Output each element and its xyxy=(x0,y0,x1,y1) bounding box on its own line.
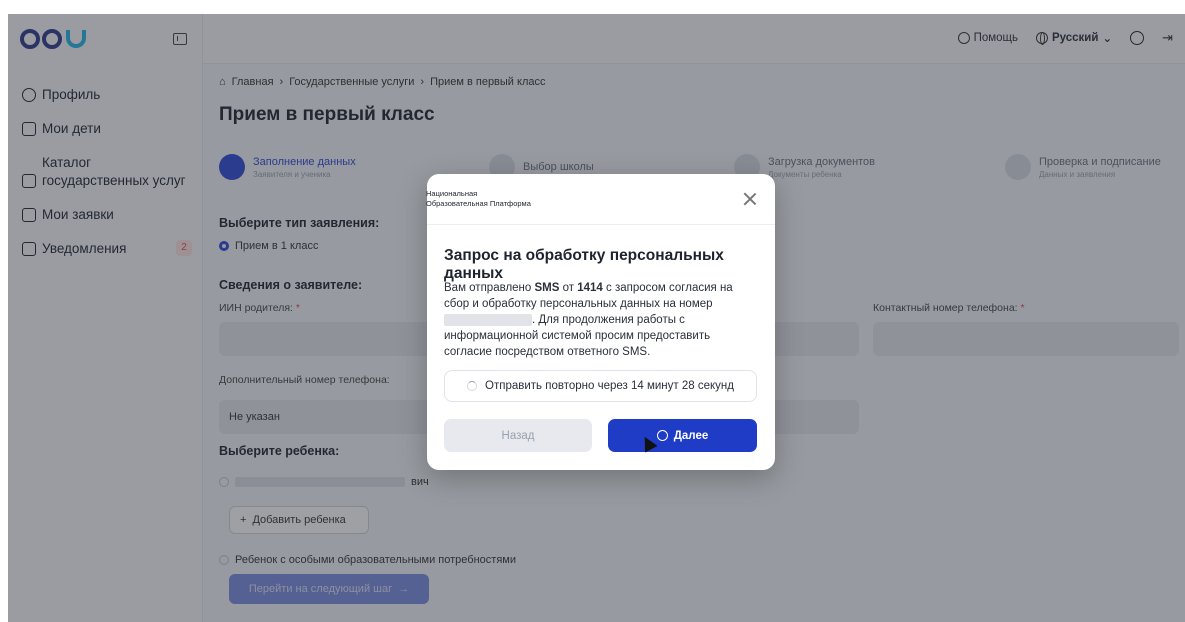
modal-title: Запрос на обработку персональных данных xyxy=(444,247,724,282)
back-button-label: Назад xyxy=(501,429,535,442)
resend-sms-label: Отправить повторно через 14 минут 28 сек… xyxy=(485,380,734,392)
close-icon[interactable] xyxy=(743,192,757,206)
resend-sms-button[interactable]: Отправить повторно через 14 минут 28 сек… xyxy=(444,370,757,402)
modal-org-line1: Национальная xyxy=(426,189,478,198)
phone-number-redacted xyxy=(444,313,532,326)
modal-text-part: Вам отправлено xyxy=(444,282,535,294)
consent-modal: Национальная Образовательная Платформа З… xyxy=(426,174,775,470)
modal-divider xyxy=(427,224,775,225)
modal-text-number: 1414 xyxy=(577,282,603,294)
next-button-label: Далее xyxy=(673,429,709,442)
modal-message: Вам отправлено SMS от 1414 с запросом со… xyxy=(444,280,759,360)
modal-text-part: от xyxy=(559,282,578,294)
modal-text-sms: SMS xyxy=(534,282,560,294)
modal-org-line2: Образовательная Платформа xyxy=(426,199,531,208)
back-button[interactable]: Назад xyxy=(444,419,592,452)
loading-circle-icon xyxy=(656,430,668,441)
next-button[interactable]: Далее xyxy=(608,419,757,452)
spinner-icon xyxy=(467,381,478,391)
